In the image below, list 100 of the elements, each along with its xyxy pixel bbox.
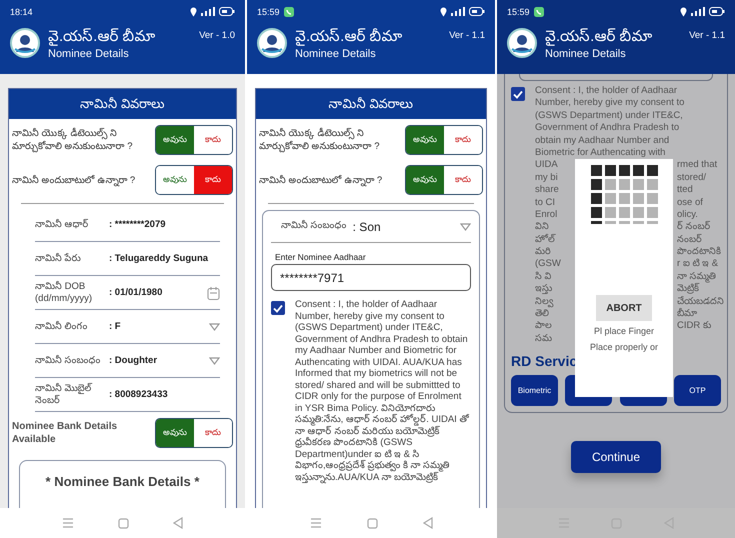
app-title: వై.యస్.ఆర్ బీమా xyxy=(295,28,404,46)
field-value: : F xyxy=(109,321,122,332)
status-time: 15:59 xyxy=(257,6,280,16)
service-button[interactable]: Biometric xyxy=(511,375,558,406)
consent-text: Consent : I, the holder of Aadhaar xyxy=(535,85,678,98)
location-icon xyxy=(440,6,447,16)
consent-text: నంబర్ xyxy=(677,234,702,246)
consent-text: obtain my Aadhaar Number and xyxy=(535,134,670,147)
version-label: Ver - 1.1 xyxy=(689,30,725,41)
consent-text: ose of xyxy=(677,196,703,209)
consent-text: పాల xyxy=(535,320,553,333)
service-button[interactable]: OTP xyxy=(674,375,721,406)
status-time: 18:14 xyxy=(10,6,33,16)
field-label: నామినీ DOB (dd/mm/yyyy) xyxy=(35,280,93,304)
consent-text: to CI xyxy=(535,196,556,209)
field-label: నామినీ పేరు xyxy=(35,252,82,264)
home-icon[interactable] xyxy=(366,518,378,528)
dropdown-icon[interactable] xyxy=(209,356,220,364)
consent-text: నా సమ్మతి xyxy=(677,270,716,283)
consent-text: (GSWS Department) under ITE&C, xyxy=(535,110,683,122)
app-title: వై.యస్.ఆర్ బీమా xyxy=(545,28,654,46)
field-label: నామినీ సంబంధం xyxy=(281,220,347,233)
field-value: : Son xyxy=(352,220,382,234)
logo-icon xyxy=(507,28,537,58)
consent-text: rmed that xyxy=(677,159,718,172)
consent-text: ర్ నంబర్ xyxy=(677,221,711,234)
aadhaar-input-field[interactable]: ********7971 xyxy=(271,264,471,291)
menu-icon[interactable] xyxy=(62,518,74,528)
field-value: : 01/01/1980 xyxy=(109,287,164,298)
question-text: నామినీ అందుబాటులో ఉన్నారా ? xyxy=(12,174,136,186)
dialog-message: Pl place Finger xyxy=(594,326,654,337)
abort-button[interactable]: ABORT xyxy=(596,295,652,321)
consent-text: మెట్రిక్ xyxy=(677,283,699,296)
consent-text: పొందటానికి xyxy=(677,246,721,258)
checkbox[interactable] xyxy=(511,87,525,101)
no-option[interactable]: కాదు xyxy=(194,166,232,194)
question-text: Nominee Bank Details Available xyxy=(12,420,118,446)
field-value: : ********2079 xyxy=(109,219,167,230)
yes-option[interactable]: అవును xyxy=(156,126,194,154)
consent-text: my bi xyxy=(535,172,559,184)
menu-icon[interactable] xyxy=(310,518,322,528)
logo-icon xyxy=(10,28,40,58)
status-time: 15:59 xyxy=(507,6,530,16)
consent-text: చేయబడదని xyxy=(677,296,724,308)
scan-preview-drawing xyxy=(590,165,658,225)
consent-text: సి వి xyxy=(535,270,553,284)
consent-text: విని xyxy=(535,221,550,234)
consent-text: నిల్వ xyxy=(535,296,554,308)
consent-text: Number, hereby give my consent to xyxy=(535,97,684,110)
field-label: నామినీ సంబంధం xyxy=(35,354,102,366)
screen-subtitle: Nominee Details xyxy=(545,48,627,60)
consent-text: బీమా xyxy=(677,308,697,320)
dropdown-icon[interactable] xyxy=(460,222,471,230)
logo-icon xyxy=(257,28,287,58)
checkbox[interactable] xyxy=(271,301,285,315)
yes-option[interactable]: అవును xyxy=(406,166,444,194)
battery-icon xyxy=(469,7,485,16)
signal-icon xyxy=(451,7,465,16)
card-title: నామినీ వివరాలు xyxy=(256,89,486,119)
consent-text: Enrol xyxy=(535,208,558,222)
consent-text: హోల్ xyxy=(535,234,557,246)
section-title: * Nominee Bank Details * xyxy=(46,474,200,489)
consent-text: మరి xyxy=(535,246,552,258)
home-icon[interactable] xyxy=(118,518,129,528)
consent-text: (GSW xyxy=(535,258,562,271)
consent-text: Consent : I, the holder of Aadhaar Number, hereby give my consent to (GSWS Department) under ITE&C, Government of Andhra Pradesh to obtain my Aadhaar Number and Biometric for Authencating with UIDAI. AUA/KUA has Informed that my biometrics will not be stored/ shared and will be submittted to CIDR only for the purpose of Enrolment in YSR Bima Policy. వినియోగదారు సమ్మతి:నేను, ఆధార్ నంబర్ హోల్డర్. UIDAI తో నా ఆధార్ నంబర్ మరియు బయోమెట్రిక్ ధ్రువీకరణ పొందటానికి (GSWS Department)under ఐ టి ఇ & సి విభాగం,ఆంధ్రప్రదేశ్ ప్రభుత్వం కి నా సమ్మతి ఇస్తున్నాను.AUA/KUA నా బయోమెట్రిక్ xyxy=(295,299,470,483)
input-label: Enter Nominee Aadhaar xyxy=(275,252,367,262)
yes-option[interactable]: అవును xyxy=(156,419,194,447)
consent-text: stored/ xyxy=(677,172,706,184)
consent-text: సమ xyxy=(535,332,552,346)
version-label: Ver - 1.0 xyxy=(199,30,235,41)
screen-subtitle: Nominee Details xyxy=(295,48,377,60)
consent-text: r ఐ టి ఇ & xyxy=(677,258,718,271)
section-title: RD Servic xyxy=(511,353,578,370)
consent-text: UIDA xyxy=(535,159,559,172)
yes-option[interactable]: అవును xyxy=(406,126,444,154)
consent-text: share xyxy=(535,184,560,197)
field-label: నామినీ లింగం xyxy=(35,320,89,332)
calendar-icon[interactable] xyxy=(207,286,220,300)
signal-icon xyxy=(691,7,705,16)
question-text: నామినీ అందుబాటులో ఉన్నారా ? xyxy=(259,174,384,186)
back-icon[interactable] xyxy=(173,517,183,529)
consent-text: CIDR కు xyxy=(677,320,711,333)
field-value: : Doughter xyxy=(109,355,158,366)
continue-button[interactable]: Continue xyxy=(571,441,661,474)
consent-text: tted xyxy=(677,184,693,197)
consent-text: Government of Andhra Pradesh to xyxy=(535,122,680,135)
consent-text: ఇస్తు xyxy=(535,283,553,296)
field-label: నామినీ మొబైల్ నెంబర్ xyxy=(35,382,94,406)
app-title: వై.యస్.ఆర్ బీమా xyxy=(48,28,157,46)
signal-icon xyxy=(201,7,215,16)
dropdown-icon[interactable] xyxy=(209,322,220,330)
battery-icon xyxy=(219,7,235,16)
question-text: నామినీ యొక్క డీటెయిల్స్ ని మార్చుకోవాలి అనుకుంటునారా ? xyxy=(259,127,381,153)
dialog-message: Place properly or xyxy=(590,342,658,353)
consent-text: Biometric for Authencating with xyxy=(535,146,666,160)
version-label: Ver - 1.1 xyxy=(449,30,485,41)
battery-icon xyxy=(709,7,725,16)
back-icon[interactable] xyxy=(422,517,432,529)
consent-text: తెలి xyxy=(535,308,550,320)
